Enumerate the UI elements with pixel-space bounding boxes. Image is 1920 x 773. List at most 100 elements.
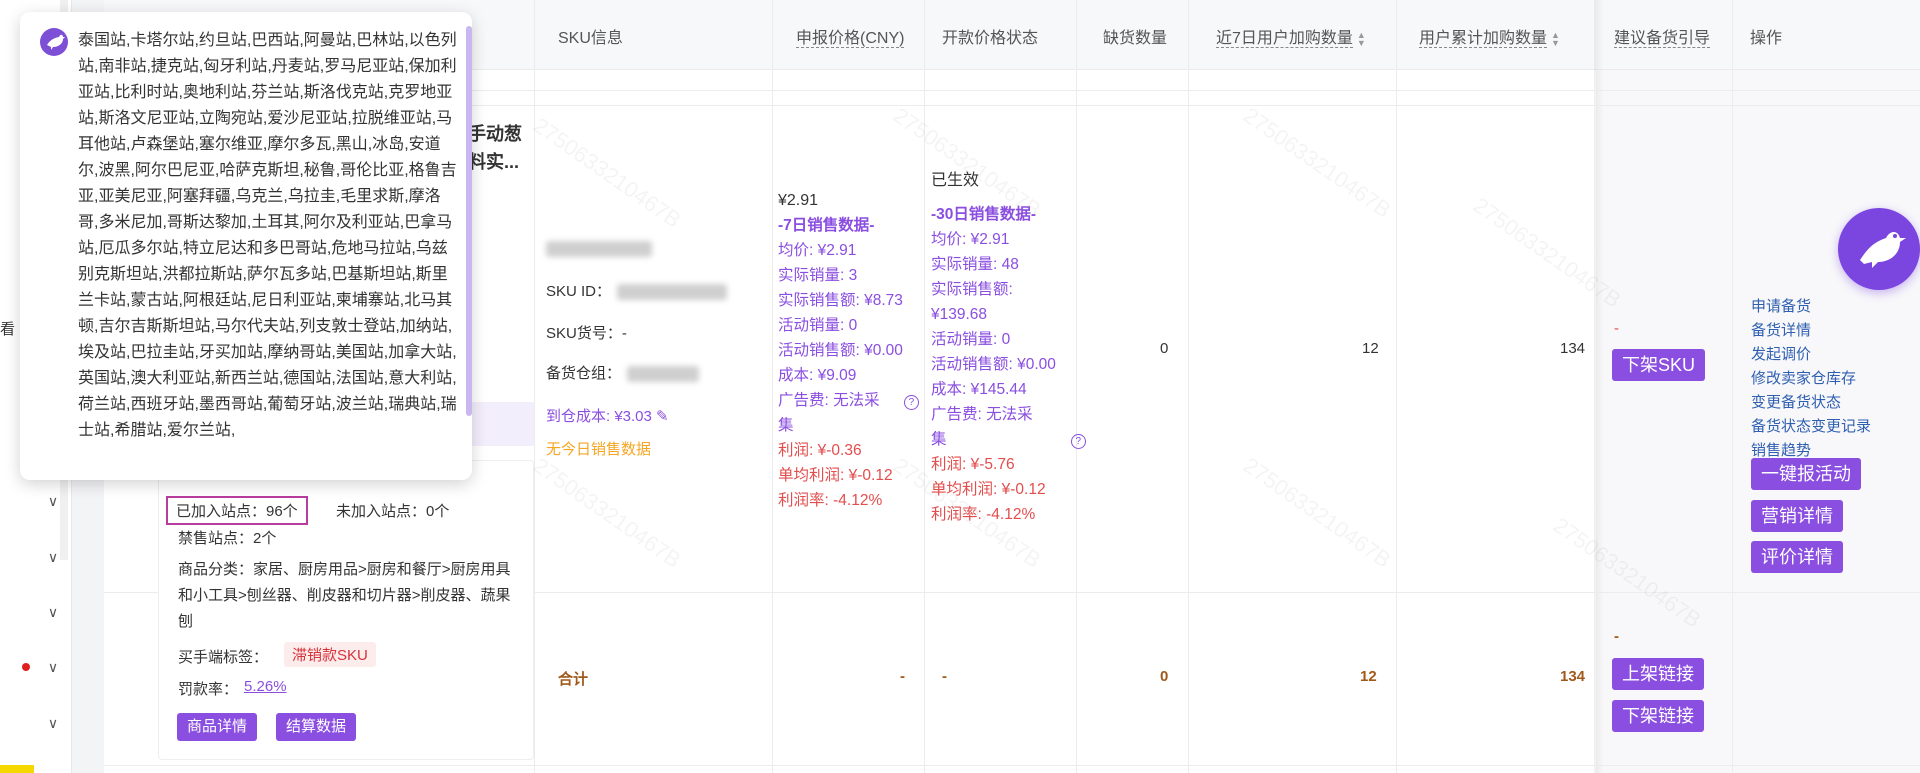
ad-fee-cont: 集: [778, 417, 794, 434]
product-category: 商品分类：家居、厨房用品>厨房和餐厅>厨房用具和小工具>刨丝器、削皮器和切片器>…: [178, 561, 511, 630]
stock-suggestion-value: -: [1614, 320, 1619, 337]
product-title-part[interactable]: 料实...: [468, 148, 519, 174]
header-cart-total[interactable]: 用户累计加购数量 ▲ ▼: [1419, 24, 1560, 48]
assistant-fab[interactable]: [1838, 208, 1920, 290]
sku-id-row: SKU ID：: [546, 280, 728, 301]
profit: 利润: ¥-0.36: [778, 442, 862, 459]
divider: [772, 0, 773, 773]
unlist-sku-button[interactable]: 下架SKU: [1612, 349, 1706, 381]
cost: 成本: ¥145.44: [931, 381, 1027, 398]
action-link-status-log[interactable]: 备货状态变更记录: [1751, 415, 1871, 439]
total-declared: -: [900, 668, 905, 685]
divider: [1188, 0, 1189, 773]
chevron-down-icon[interactable]: ∨: [44, 714, 62, 732]
sites-banned: 禁售站点：2个: [178, 530, 277, 547]
unit-profit: 单均利润: ¥-0.12: [778, 467, 893, 484]
actual-amount-label: 实际销售额:: [931, 281, 1013, 298]
sku-id-value: [617, 284, 728, 301]
chevron-down-icon[interactable]: ∨: [44, 492, 62, 510]
actual-qty: 实际销量: 48: [931, 256, 1019, 273]
sku-id-label: SKU ID：: [546, 283, 612, 300]
divider: [924, 0, 925, 773]
sku-code-label: SKU货号：: [546, 325, 622, 342]
settlement-data-button[interactable]: 结算数据: [276, 713, 357, 741]
action-links: 申请备货 备货详情 发起调价 修改卖家仓库存 变更备货状态 备货状态变更记录 销…: [1751, 295, 1871, 463]
popover-scrollbar[interactable]: [466, 26, 472, 416]
chevron-down-icon[interactable]: ∨: [44, 658, 62, 676]
total-label: 合计: [558, 671, 589, 688]
promo-qty: 活动销量: 0: [931, 331, 1011, 348]
warehouse-label: 备货仓组：: [546, 365, 622, 382]
total-cart-7d: 12: [1360, 668, 1377, 685]
total-suggestion: -: [1614, 628, 1619, 645]
sites-list-text: 泰国站,卡塔尔站,约旦站,巴西站,阿曼站,巴林站,以色列站,南非站,捷克站,匈牙…: [78, 32, 457, 439]
action-link-edit-inventory[interactable]: 修改卖家仓库存: [1751, 367, 1871, 391]
profit-rate: 利润率: -4.12%: [778, 492, 883, 509]
chevron-down-icon[interactable]: ∨: [44, 548, 62, 566]
marketing-detail-button[interactable]: 营销详情: [1751, 500, 1843, 532]
cart-7d-value: 12: [1362, 340, 1379, 357]
open-price-cell: 已生效 -30日销售数据- 均价: ¥2.91 实际销量: 48 实际销售额: …: [931, 168, 1086, 527]
buyer-tag-badge: 滞销款SKU: [284, 642, 376, 667]
header-declared-price[interactable]: 申报价格(CNY): [796, 24, 905, 48]
promo-amount: 活动销售额: ¥0.00: [931, 356, 1056, 373]
sales-7d-heading: -7日销售数据-: [778, 217, 875, 234]
action-link-change-status[interactable]: 变更备货状态: [1751, 391, 1871, 415]
sites-popover: 泰国站,卡塔尔站,约旦站,巴西站,阿曼站,巴林站,以色列站,南非站,捷克站,匈牙…: [20, 12, 472, 480]
actual-amount: 实际销售额: ¥8.73: [778, 292, 903, 309]
warehouse-value: [627, 366, 700, 383]
cost: 成本: ¥9.09: [778, 367, 857, 384]
sidebar-partial-text: 看: [0, 321, 16, 338]
review-detail-button[interactable]: 评价详情: [1751, 541, 1843, 573]
cart-total-value: 134: [1560, 340, 1586, 357]
buyer-tag-label: 买手端标签：: [178, 649, 269, 666]
header-cart-7d[interactable]: 近7日用户加购数量 ▲ ▼: [1216, 24, 1366, 48]
divider: [534, 0, 535, 773]
product-detail-button[interactable]: 商品详情: [177, 713, 258, 741]
app-logo-icon: [40, 28, 68, 56]
divider: [1732, 0, 1733, 773]
promo-amount: 活动销售额: ¥0.00: [778, 342, 903, 359]
total-open: -: [942, 668, 947, 685]
sites-not-joined: 未加入站点：0个: [336, 503, 450, 520]
declared-price-cell: ¥2.91 -7日销售数据- 均价: ¥2.91 实际销量: 3 实际销售额: …: [778, 188, 919, 513]
open-price-status: 已生效: [931, 172, 980, 189]
no-today-sales: 无今日销售数据: [546, 441, 652, 458]
action-link-price-adjust[interactable]: 发起调价: [1751, 343, 1871, 367]
product-title-part[interactable]: 手动葱: [468, 120, 522, 146]
divider: [1396, 0, 1397, 773]
penalty-rate-link[interactable]: 5.26%: [244, 678, 287, 695]
avg-price: 均价: ¥2.91: [931, 231, 1010, 248]
action-link-stock-detail[interactable]: 备货详情: [1751, 319, 1871, 343]
divider: [104, 765, 1920, 766]
header-actions: 操作: [1750, 30, 1783, 47]
unlist-link-button[interactable]: 下架链接: [1612, 700, 1704, 732]
sort-icon[interactable]: ▲ ▼: [1357, 30, 1366, 47]
help-icon[interactable]: ?: [903, 395, 919, 410]
total-out-of-stock: 0: [1160, 668, 1169, 685]
profit: 利润: ¥-5.76: [931, 456, 1015, 473]
sort-icon[interactable]: ▲ ▼: [1551, 30, 1560, 47]
list-link-button[interactable]: 上架链接: [1612, 658, 1704, 690]
declared-price: ¥2.91: [778, 192, 819, 209]
warehouse-cost[interactable]: 到仓成本: ¥3.03 ✎: [546, 405, 669, 426]
chevron-down-icon[interactable]: ∨: [44, 603, 62, 621]
promo-qty: 活动销量: 0: [778, 317, 858, 334]
help-icon[interactable]: ?: [1070, 434, 1086, 449]
divider: [1596, 0, 1597, 773]
sku-name-blurred: [546, 240, 652, 258]
penalty-label: 罚款率：: [178, 681, 239, 698]
ad-fee-cont: 集 ?: [931, 427, 1086, 452]
bird-icon: [1860, 232, 1906, 268]
sku-code-value: -: [621, 325, 627, 342]
action-link-apply-stock[interactable]: 申请备货: [1751, 295, 1871, 319]
unit-profit: 单均利润: ¥-0.12: [931, 481, 1046, 498]
avg-price: 均价: ¥2.91: [778, 242, 857, 259]
edit-icon[interactable]: ✎: [656, 408, 669, 425]
actual-qty: 实际销量: 3: [778, 267, 858, 284]
one-click-promo-button[interactable]: 一键报活动: [1751, 458, 1861, 490]
sites-joined[interactable]: 已加入站点：96个: [166, 496, 308, 525]
warehouse-row: 备货仓组：: [546, 362, 700, 383]
header-stock-suggestion: 建议备货引导: [1614, 30, 1711, 48]
header-out-of-stock: 缺货数量: [1103, 30, 1168, 47]
